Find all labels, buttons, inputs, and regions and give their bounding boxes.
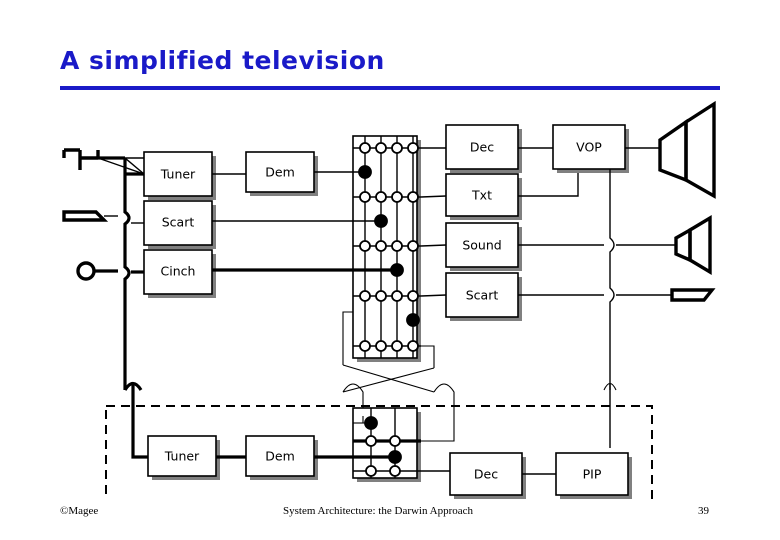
block-label: Dem	[265, 165, 295, 180]
block-pip[interactable]: PIP	[555, 452, 632, 499]
footer-copyright: ©Magee	[60, 505, 99, 517]
main-crossbar[interactable]	[352, 135, 421, 362]
speaker-icon	[674, 214, 712, 276]
block-cinch-main[interactable]: Cinch	[143, 249, 216, 298]
wire-antenna-tuner	[97, 157, 145, 175]
wire-crossbar-bottom-right	[421, 345, 435, 368]
block-dem-main[interactable]: Dem	[245, 151, 318, 196]
wire-crossbar-txt	[420, 195, 447, 198]
block-dec-main[interactable]: Dec	[445, 124, 522, 173]
block-label: PIP	[583, 467, 602, 482]
footer-title: System Architecture: the Darwin Approach	[283, 505, 474, 517]
block-scart-main[interactable]: Scart	[143, 200, 216, 249]
block-label: Dem	[265, 449, 295, 464]
block-label: Sound	[462, 238, 501, 253]
block-label: Tuner	[160, 167, 196, 182]
slide-canvas: A simplified television .ln { stroke:#00…	[0, 0, 780, 540]
block-sound-main[interactable]: Sound	[445, 222, 522, 271]
wire-antenna-to-piptuner	[131, 384, 148, 459]
block-label: VOP	[576, 140, 602, 155]
block-label: Dec	[474, 467, 498, 482]
block-label: Tuner	[164, 449, 200, 464]
block-label: Scart	[466, 288, 499, 303]
wire-txt-vop	[518, 173, 579, 197]
wire-crossbar-bottom-left	[342, 311, 353, 365]
block-txt-main[interactable]: Txt	[445, 173, 522, 220]
television-block-diagram: .ln { stroke:#000; stroke-width:1.4; fil…	[62, 100, 716, 500]
antenna-icon	[62, 148, 100, 170]
wire-antenna-bus	[123, 158, 131, 390]
wire-crossbar-sound	[420, 244, 447, 247]
block-scart-output[interactable]: Scart	[445, 272, 522, 321]
block-label: Cinch	[161, 264, 196, 279]
wire-hook-right	[433, 383, 455, 416]
wire-crossbar-scart	[420, 294, 447, 297]
scart-connector-icon	[62, 210, 109, 222]
block-label: Dec	[470, 140, 494, 155]
block-tuner-pip[interactable]: Tuner	[147, 435, 220, 480]
block-label: Txt	[471, 188, 492, 203]
block-dem-pip[interactable]: Dem	[245, 435, 318, 480]
page-number: 39	[698, 505, 709, 517]
cinch-connector-icon	[76, 261, 96, 281]
title-underline	[60, 86, 720, 90]
block-tuner-main[interactable]: Tuner	[143, 151, 216, 200]
block-vop[interactable]: VOP	[552, 124, 629, 173]
crt-display-icon	[658, 100, 716, 199]
page-title: A simplified television	[60, 46, 385, 75]
wire-vop-pip-bus	[609, 169, 615, 390]
block-dec-pip[interactable]: Dec	[449, 452, 526, 499]
wire-antenna-branch	[124, 157, 145, 175]
scart-connector-out-icon	[670, 288, 716, 302]
wire-hook-right-into-crossbar	[421, 416, 455, 442]
block-label: Scart	[162, 215, 195, 230]
